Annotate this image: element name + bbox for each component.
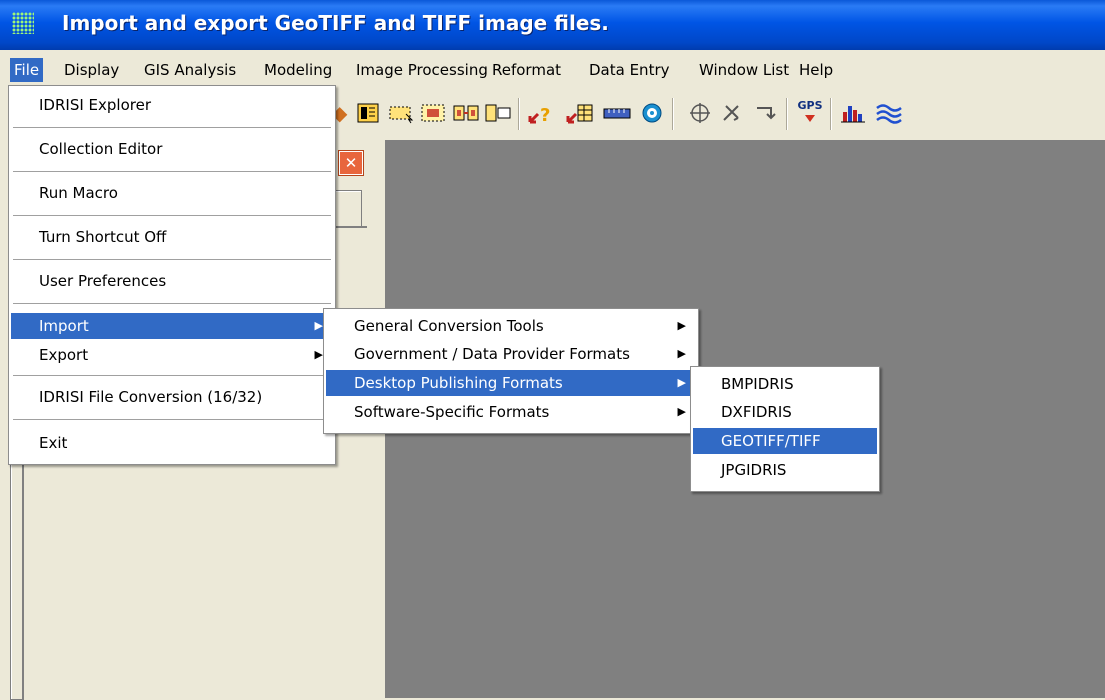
menu-item-turn-shortcut-off[interactable]: Turn Shortcut Off xyxy=(11,224,333,250)
chevron-right-icon: ▶ xyxy=(677,376,686,389)
menu-help[interactable]: Help xyxy=(795,58,837,82)
composite-icon[interactable] xyxy=(356,102,380,124)
menu-item-collection-editor[interactable]: Collection Editor xyxy=(11,136,333,162)
chevron-right-icon: ▶ xyxy=(677,405,686,418)
chevron-right-icon: ▶ xyxy=(314,319,323,332)
menu-item-exit[interactable]: Exit xyxy=(11,430,333,456)
gps-icon[interactable]: GPS xyxy=(796,100,824,124)
measure-icon[interactable] xyxy=(602,102,632,124)
menu-item-run-macro[interactable]: Run Macro xyxy=(11,180,333,206)
svg-text:?: ? xyxy=(540,105,550,124)
menu-item-import-label: Import xyxy=(39,317,89,335)
wave-icon[interactable] xyxy=(876,102,902,124)
menu-item-file-conversion[interactable]: IDRISI File Conversion (16/32) xyxy=(11,384,333,410)
menu-display[interactable]: Display xyxy=(60,58,123,82)
target-icon[interactable] xyxy=(640,102,664,124)
menu-item-label: Government / Data Provider Formats xyxy=(354,345,630,363)
menu-item-idrisi-explorer[interactable]: IDRISI Explorer xyxy=(11,92,333,118)
menu-reformat[interactable]: Reformat xyxy=(488,58,565,82)
menu-item-export-label: Export xyxy=(39,346,89,364)
attribute-icon[interactable] xyxy=(566,102,596,124)
title-bar[interactable]: Import and export GeoTIFF and TIFF image… xyxy=(0,0,1105,50)
tools-icon[interactable] xyxy=(720,102,744,124)
menu-item-desktop-publishing-formats[interactable]: Desktop Publishing Formats ▶ xyxy=(326,370,696,396)
menu-bar: File Display GIS Analysis Modeling Image… xyxy=(0,55,1105,85)
import-submenu: General Conversion Tools ▶ Government / … xyxy=(323,308,699,434)
link-icon[interactable] xyxy=(452,102,480,124)
menu-file[interactable]: File xyxy=(10,58,44,82)
desktop-publishing-submenu: BMPIDRIS DXFIDRIS GEOTIFF/TIFF JPGIDRIS xyxy=(690,366,880,492)
menu-item-general-conversion-tools[interactable]: General Conversion Tools ▶ xyxy=(326,313,696,339)
chevron-right-icon: ▶ xyxy=(677,347,686,360)
menu-item-dxfidris[interactable]: DXFIDRIS xyxy=(693,399,877,425)
menu-item-export[interactable]: Export ▶ xyxy=(11,342,333,368)
menu-item-label: General Conversion Tools xyxy=(354,317,544,335)
menu-item-bmpidris[interactable]: BMPIDRIS xyxy=(693,371,877,397)
window-title: Import and export GeoTIFF and TIFF image… xyxy=(62,11,609,35)
menu-item-software-specific-formats[interactable]: Software-Specific Formats ▶ xyxy=(326,399,696,425)
zoom-window-icon[interactable] xyxy=(420,102,446,124)
menu-data-entry[interactable]: Data Entry xyxy=(585,58,674,82)
menu-gis-analysis[interactable]: GIS Analysis xyxy=(140,58,240,82)
menu-item-jpgidris[interactable]: JPGIDRIS xyxy=(693,457,877,483)
file-menu: IDRISI Explorer Collection Editor Run Ma… xyxy=(8,85,336,465)
group-icon[interactable] xyxy=(484,102,512,124)
menu-item-label: Desktop Publishing Formats xyxy=(354,374,563,392)
select-icon[interactable] xyxy=(388,102,414,124)
app-icon[interactable] xyxy=(12,12,34,34)
histogram-icon[interactable] xyxy=(840,102,866,124)
menu-item-user-preferences[interactable]: User Preferences xyxy=(11,268,333,294)
menu-item-label: Software-Specific Formats xyxy=(354,403,550,421)
menu-window-list[interactable]: Window List xyxy=(695,58,793,82)
menu-item-import[interactable]: Import ▶ xyxy=(11,313,333,339)
query-icon[interactable]: ? xyxy=(528,102,558,126)
close-icon[interactable]: ✕ xyxy=(339,151,363,175)
chevron-right-icon: ▶ xyxy=(314,348,323,361)
chevron-right-icon: ▶ xyxy=(677,319,686,332)
menu-item-geotiff-tiff[interactable]: GEOTIFF/TIFF xyxy=(693,428,877,454)
menu-modeling[interactable]: Modeling xyxy=(260,58,336,82)
crosshair-icon[interactable] xyxy=(688,102,712,124)
menu-image-processing[interactable]: Image Processing xyxy=(352,58,492,82)
menu-item-government-formats[interactable]: Government / Data Provider Formats ▶ xyxy=(326,341,696,367)
arrow-icon[interactable] xyxy=(754,102,778,124)
